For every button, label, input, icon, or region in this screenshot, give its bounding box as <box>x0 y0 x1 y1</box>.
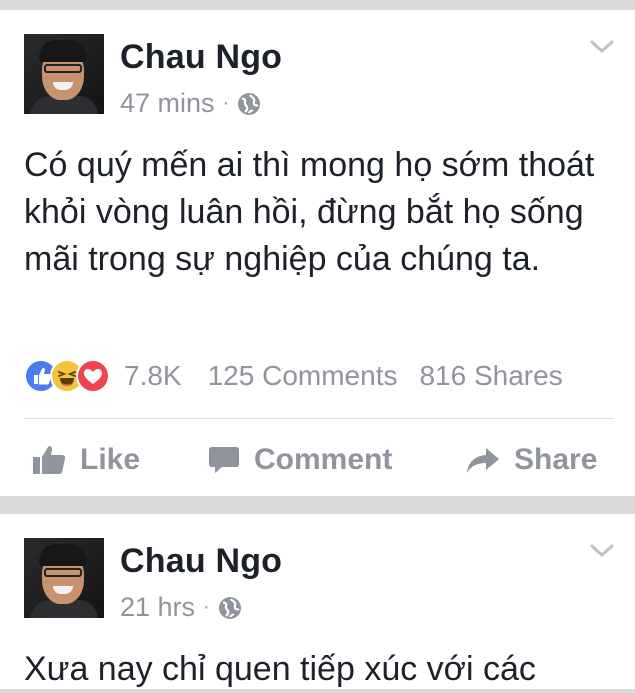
post-stats: 7.8K 125 Comments 816 Shares <box>24 356 614 396</box>
share-arrow-icon <box>467 448 499 473</box>
meta-separator: · <box>203 596 210 618</box>
chevron-down-icon[interactable] <box>589 38 615 56</box>
like-label: Like <box>80 443 141 476</box>
post-time[interactable]: 47 mins <box>120 88 215 119</box>
post-text: Xưa nay chỉ quen tiếp xúc với các <box>24 650 536 688</box>
author-name[interactable]: Chau Ngo <box>120 38 282 77</box>
share-button[interactable]: Share <box>466 443 597 477</box>
comment-label: Comment <box>254 443 393 476</box>
reaction-count[interactable]: 7.8K <box>124 360 182 392</box>
post-meta: 21 hrs · <box>120 592 242 623</box>
globe-icon <box>238 92 261 115</box>
shares-count[interactable]: 816 Shares <box>419 360 562 392</box>
comment-button[interactable]: Comment <box>208 443 392 477</box>
post-time[interactable]: 21 hrs <box>120 592 195 623</box>
avatar[interactable] <box>24 538 104 618</box>
love-reaction-icon <box>76 359 110 393</box>
post-card: Chau Ngo 47 mins · Có quý mến ai thì mon… <box>0 10 635 496</box>
like-button[interactable]: Like <box>32 443 140 477</box>
meta-separator: · <box>222 92 230 114</box>
post-text: Có quý mến ai thì mong họ sớm thoát khỏi… <box>24 146 595 278</box>
post-card: Chau Ngo 21 hrs · Xưa nay chỉ quen tiếp … <box>0 514 635 689</box>
reactions-summary[interactable] <box>24 359 110 393</box>
author-name[interactable]: Chau Ngo <box>120 542 282 581</box>
thumbs-up-icon <box>33 446 66 474</box>
action-bar: Like Comment Share <box>0 438 635 482</box>
divider <box>24 418 614 419</box>
post-meta: 47 mins · <box>120 88 261 119</box>
chevron-down-icon[interactable] <box>589 542 615 560</box>
globe-icon <box>218 596 241 619</box>
comment-bubble-icon <box>209 447 239 473</box>
avatar[interactable] <box>24 34 104 114</box>
share-label: Share <box>514 443 598 476</box>
comments-count[interactable]: 125 Comments <box>208 360 398 392</box>
